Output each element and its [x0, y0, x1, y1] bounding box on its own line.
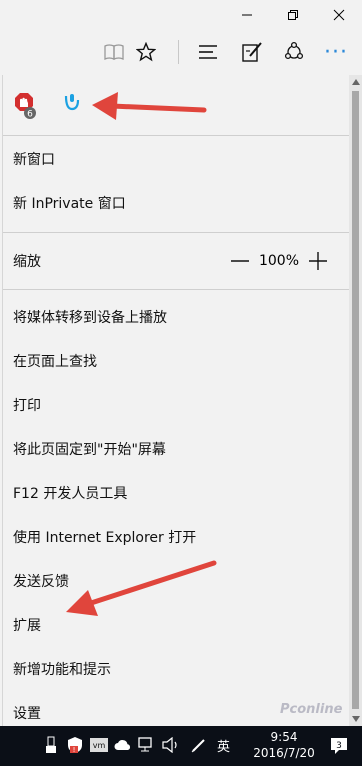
notification-count: 3	[336, 741, 342, 751]
zoom-controls: 100%	[225, 239, 333, 283]
zoom-in-button[interactable]	[303, 246, 333, 276]
shield-icon: !	[68, 737, 82, 754]
menu-item-print[interactable]: 打印	[13, 383, 41, 427]
onedrive-tray-button[interactable]	[114, 736, 132, 754]
action-center-button[interactable]: 3	[328, 734, 350, 758]
toolbar-divider	[178, 40, 179, 64]
mouse-gestures-extension-button[interactable]	[57, 91, 83, 121]
minus-icon	[231, 260, 249, 262]
menu-item-send-feedback[interactable]: 发送反馈	[13, 559, 69, 603]
cloud-icon	[114, 740, 131, 750]
minimize-button[interactable]	[224, 0, 270, 30]
notification-icon: 3	[331, 738, 347, 754]
volume-tray-button[interactable]	[162, 736, 180, 754]
reading-view-button[interactable]	[96, 34, 132, 70]
zoom-out-button[interactable]	[225, 246, 255, 276]
menu-item-settings[interactable]: 设置	[13, 691, 41, 726]
restore-button[interactable]	[270, 0, 316, 30]
network-icon	[138, 737, 152, 752]
favorite-button[interactable]	[128, 34, 164, 70]
ime-indicator[interactable]: 英	[217, 736, 230, 755]
taskbar-clock[interactable]: 9:54 2016/7/20	[250, 729, 318, 761]
menu-item-pin-to-start[interactable]: 将此页固定到"开始"屏幕	[13, 427, 166, 471]
scroll-thumb[interactable]	[352, 91, 359, 709]
adblock-extension-button[interactable]: 6	[13, 91, 39, 121]
clock-time: 9:54	[270, 730, 298, 744]
share-button[interactable]	[276, 34, 312, 70]
hub-icon	[199, 45, 217, 59]
security-tray-button[interactable]: !	[66, 736, 84, 754]
favorite-star-icon	[136, 42, 156, 62]
title-bar	[0, 0, 362, 30]
restore-icon	[288, 10, 298, 20]
menu-scrollbar[interactable]	[349, 75, 362, 726]
menu-item-whats-new[interactable]: 新增功能和提示	[13, 647, 111, 691]
web-note-button[interactable]	[234, 34, 270, 70]
clock-date: 2016/7/20	[253, 746, 315, 760]
svg-text:!: !	[73, 746, 76, 754]
menu-item-f12-tools[interactable]: F12 开发人员工具	[13, 471, 127, 515]
hub-button[interactable]	[190, 34, 226, 70]
menu-item-extensions[interactable]: 扩展	[13, 603, 41, 647]
adblock-badge: 6	[27, 110, 33, 120]
menu-item-cast-media[interactable]: 将媒体转移到设备上播放	[13, 295, 167, 339]
web-note-icon	[242, 42, 262, 62]
menu-item-find-on-page[interactable]: 在页面上查找	[13, 339, 97, 383]
share-icon	[284, 41, 304, 60]
close-button[interactable]	[316, 0, 362, 30]
mouse-gestures-extension-icon	[64, 94, 80, 111]
more-actions-icon: ···	[324, 39, 348, 65]
network-tray-button[interactable]	[138, 736, 156, 754]
scroll-up-icon	[351, 79, 360, 85]
browser-toolbar: ···	[0, 30, 362, 74]
zoom-label: 缩放	[13, 254, 41, 270]
extensions-bar: 6	[3, 75, 345, 135]
scroll-up-button[interactable]	[349, 75, 362, 89]
vmware-tray-button[interactable]: vm	[90, 736, 108, 754]
menu-divider	[3, 232, 351, 233]
adblock-extension-icon: 6	[15, 93, 36, 120]
taskbar: ! vm 英 9:54 2016/7/20 3	[0, 726, 362, 766]
more-actions-menu: 6 新窗口 新 InPrivate 窗口 缩放 100% 将媒体转移到设备上播放…	[2, 75, 362, 726]
zoom-value: 100%	[258, 253, 300, 269]
menu-item-open-with-ie[interactable]: 使用 Internet Explorer 打开	[13, 515, 196, 559]
reading-view-icon	[104, 44, 124, 61]
menu-item-new-inprivate[interactable]: 新 InPrivate 窗口	[13, 181, 126, 225]
usb-tray-button[interactable]	[42, 736, 60, 754]
menu-divider	[3, 135, 351, 136]
minimize-icon	[242, 14, 252, 16]
pen-icon	[191, 739, 205, 753]
volume-icon	[162, 737, 177, 753]
menu-item-new-window[interactable]: 新窗口	[13, 137, 55, 181]
scroll-down-button[interactable]	[349, 712, 362, 726]
pen-tray-button[interactable]	[190, 736, 208, 754]
close-icon	[333, 9, 345, 21]
menu-divider	[3, 289, 351, 290]
plus-icon	[309, 252, 327, 270]
usb-icon	[46, 736, 56, 753]
more-actions-button[interactable]: ···	[314, 34, 358, 70]
scroll-down-icon	[351, 716, 360, 722]
svg-text:vm: vm	[93, 741, 106, 750]
vmware-icon: vm	[90, 738, 108, 752]
